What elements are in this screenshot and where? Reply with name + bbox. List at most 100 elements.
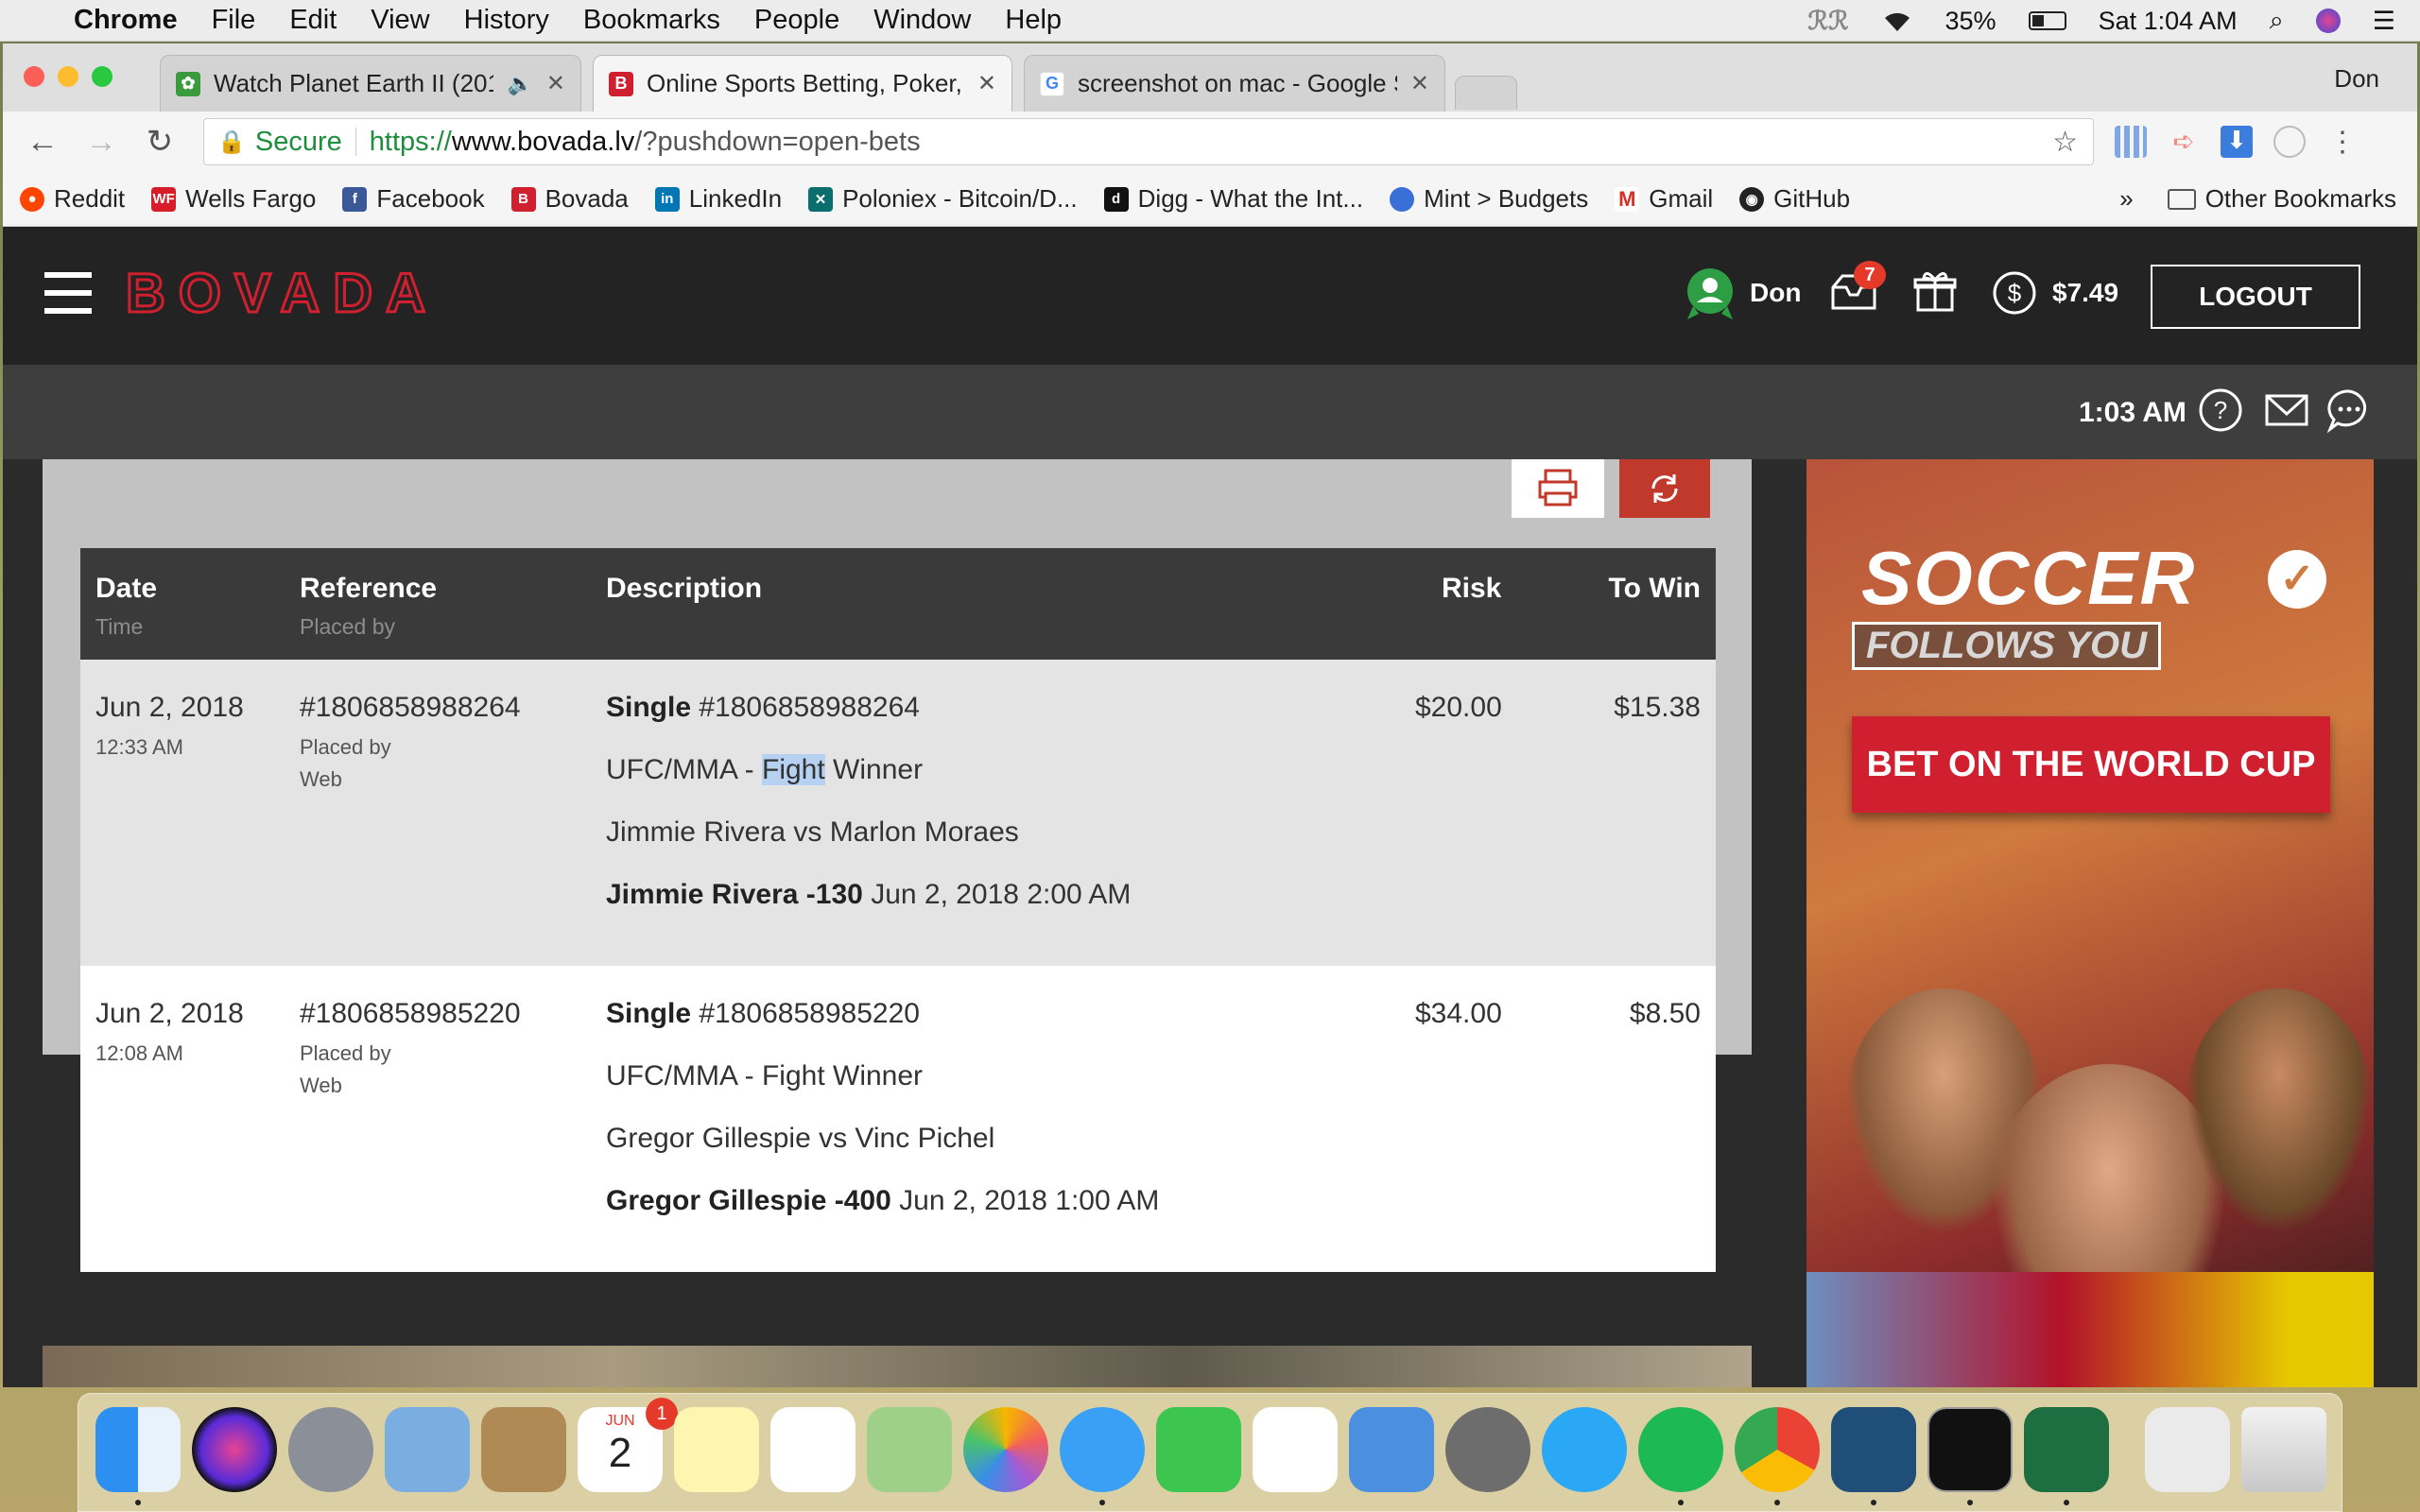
browser-chrome: ✿ Watch Planet Earth II (2016) 🔈 ✕ B Onl… bbox=[3, 43, 2417, 227]
bookmark-poloniex[interactable]: ✕ Poloniex - Bitcoin/D... bbox=[808, 184, 1078, 214]
bookmark-github[interactable]: ◉ GitHub bbox=[1739, 184, 1850, 214]
bookmark-mint[interactable]: Mint > Budgets bbox=[1390, 184, 1588, 214]
reminders-icon[interactable] bbox=[770, 1407, 856, 1492]
menu-view[interactable]: View bbox=[371, 5, 429, 36]
address-bar[interactable]: 🔒 Secure https://www.bovada.lv/?pushdown… bbox=[203, 118, 2094, 165]
notification-center-icon[interactable]: ☰ bbox=[2373, 7, 2395, 36]
wifi-icon[interactable] bbox=[1881, 9, 1913, 33]
col-risk[interactable]: Risk bbox=[1442, 573, 1501, 605]
menu-help[interactable]: Help bbox=[1005, 5, 1062, 36]
terminal-icon[interactable] bbox=[1927, 1407, 2013, 1492]
app-store-icon[interactable] bbox=[1542, 1407, 1627, 1492]
bovada-logo[interactable]: BOVADA bbox=[126, 265, 523, 321]
mail-envelope-icon[interactable] bbox=[2264, 387, 2309, 433]
trash-icon[interactable] bbox=[2241, 1407, 2326, 1492]
spotify-icon[interactable] bbox=[1638, 1407, 1723, 1492]
col-description[interactable]: Description bbox=[606, 573, 762, 605]
bet-world-cup-button[interactable]: BET ON THE WORLD CUP bbox=[1852, 716, 2330, 813]
placed-by-value: Web bbox=[300, 767, 342, 791]
new-tab-button[interactable] bbox=[1455, 76, 1517, 110]
help-question-icon[interactable]: ? bbox=[2198, 387, 2243, 433]
tab-planet-earth[interactable]: ✿ Watch Planet Earth II (2016) 🔈 ✕ bbox=[160, 55, 581, 112]
menu-app-name[interactable]: Chrome bbox=[74, 5, 178, 36]
account-username[interactable]: Don bbox=[1750, 278, 1801, 308]
minimize-window-button[interactable] bbox=[58, 66, 78, 87]
maps-icon[interactable] bbox=[867, 1407, 952, 1492]
table-row[interactable]: Jun 2, 2018 12:33 AM #1806858988264 Plac… bbox=[80, 660, 1716, 966]
bookmark-reddit[interactable]: ● Reddit bbox=[20, 184, 125, 214]
download-extension-icon[interactable]: ⬇ bbox=[2221, 126, 2253, 158]
hamburger-menu-icon[interactable] bbox=[44, 272, 92, 314]
mysql-workbench-icon[interactable] bbox=[1831, 1407, 1916, 1492]
logout-button[interactable]: LOGOUT bbox=[2151, 265, 2360, 329]
balance-dollar-icon[interactable]: $ bbox=[1992, 270, 2037, 316]
url-text[interactable]: https://www.bovada.lv/?pushdown=open-bet… bbox=[370, 127, 921, 158]
account-balance[interactable]: $7.49 bbox=[2052, 278, 2118, 308]
tab-favicon: B bbox=[609, 71, 633, 96]
forward-arrow-icon[interactable]: → bbox=[82, 124, 120, 161]
menu-people[interactable]: People bbox=[754, 5, 839, 36]
reload-icon[interactable]: ↻ bbox=[141, 123, 179, 161]
audio-playing-icon[interactable]: 🔈 bbox=[507, 72, 532, 96]
close-window-button[interactable] bbox=[24, 66, 44, 87]
bookmark-digg[interactable]: d Digg - What the Int... bbox=[1103, 184, 1363, 214]
col-to-win[interactable]: To Win bbox=[1609, 573, 1701, 605]
menu-history[interactable]: History bbox=[464, 5, 549, 36]
table-row[interactable]: Jun 2, 2018 12:08 AM #1806858985220 Plac… bbox=[80, 966, 1716, 1272]
bookmark-gmail[interactable]: M Gmail bbox=[1615, 184, 1713, 214]
tab-google-search[interactable]: G screenshot on mac - Google S ✕ bbox=[1024, 55, 1445, 112]
battery-icon[interactable] bbox=[2028, 11, 2066, 30]
chrome-menu-icon[interactable]: ⋮ bbox=[2326, 126, 2359, 158]
other-bookmarks[interactable]: Other Bookmarks bbox=[2167, 184, 2396, 214]
keynote-icon[interactable] bbox=[1349, 1407, 1434, 1492]
launchpad-icon[interactable] bbox=[288, 1407, 373, 1492]
gift-icon[interactable] bbox=[1912, 268, 1958, 314]
messages-icon[interactable] bbox=[1060, 1407, 1145, 1492]
bookmark-bovada[interactable]: B Bovada bbox=[510, 184, 629, 214]
bookmarks-overflow-chevron-icon[interactable]: » bbox=[2119, 184, 2133, 214]
world-cup-ad-banner[interactable]: SOCCER ✓ FOLLOWS YOU BET ON THE WORLD CU… bbox=[1806, 459, 2374, 1387]
siri-menu-icon[interactable] bbox=[2315, 9, 2341, 33]
notes-icon[interactable] bbox=[674, 1407, 759, 1492]
profile-name[interactable]: Don bbox=[2334, 64, 2379, 94]
ad-title: SOCCER bbox=[1861, 536, 2197, 620]
user-avatar-icon[interactable] bbox=[1680, 263, 1740, 323]
menu-window[interactable]: Window bbox=[873, 5, 971, 36]
close-tab-icon[interactable]: ✕ bbox=[977, 70, 996, 97]
extension-arrow-icon[interactable]: ➪ bbox=[2168, 126, 2200, 158]
photos-icon[interactable] bbox=[963, 1407, 1048, 1492]
bookmark-linkedin[interactable]: in LinkedIn bbox=[654, 184, 782, 214]
event-time: Jun 2, 2018 2:00 AM bbox=[871, 879, 1132, 910]
print-button[interactable] bbox=[1512, 459, 1604, 518]
facetime-icon[interactable] bbox=[1156, 1407, 1241, 1492]
menu-bookmarks[interactable]: Bookmarks bbox=[583, 5, 720, 36]
close-tab-icon[interactable]: ✕ bbox=[546, 70, 565, 97]
siri-icon[interactable] bbox=[192, 1407, 277, 1492]
back-arrow-icon[interactable]: ← bbox=[24, 124, 61, 161]
zoom-window-button[interactable] bbox=[92, 66, 112, 87]
finder-icon[interactable] bbox=[95, 1407, 181, 1492]
extension-bars-icon[interactable] bbox=[2115, 126, 2147, 158]
spotlight-icon[interactable]: ⌕ bbox=[2270, 6, 2284, 36]
system-preferences-icon[interactable] bbox=[1445, 1407, 1530, 1492]
close-tab-icon[interactable]: ✕ bbox=[1410, 70, 1429, 97]
excel-icon[interactable] bbox=[2024, 1407, 2109, 1492]
preview-window-icon[interactable] bbox=[2145, 1407, 2230, 1492]
col-reference[interactable]: Reference bbox=[300, 573, 437, 605]
rr-extension-icon[interactable]: ℛℛ bbox=[1807, 7, 1848, 36]
menu-file[interactable]: File bbox=[212, 5, 256, 36]
bookmark-star-icon[interactable]: ☆ bbox=[2052, 126, 2078, 159]
menu-edit[interactable]: Edit bbox=[289, 5, 337, 36]
refresh-button[interactable] bbox=[1619, 459, 1710, 518]
live-chat-icon[interactable] bbox=[2326, 387, 2372, 433]
bookmark-wells-fargo[interactable]: WF Wells Fargo bbox=[151, 184, 316, 214]
mail-icon[interactable] bbox=[385, 1407, 470, 1492]
contacts-icon[interactable] bbox=[481, 1407, 566, 1492]
extension-circle-icon[interactable] bbox=[2273, 126, 2306, 158]
numbers-icon[interactable] bbox=[1253, 1407, 1338, 1492]
chrome-icon[interactable] bbox=[1735, 1407, 1820, 1492]
bookmark-facebook[interactable]: f Facebook bbox=[342, 184, 485, 214]
tab-bovada[interactable]: B Online Sports Betting, Poker, C ✕ bbox=[593, 55, 1012, 112]
menu-clock[interactable]: Sat 1:04 AM bbox=[2099, 7, 2238, 36]
col-date[interactable]: Date bbox=[95, 573, 157, 605]
